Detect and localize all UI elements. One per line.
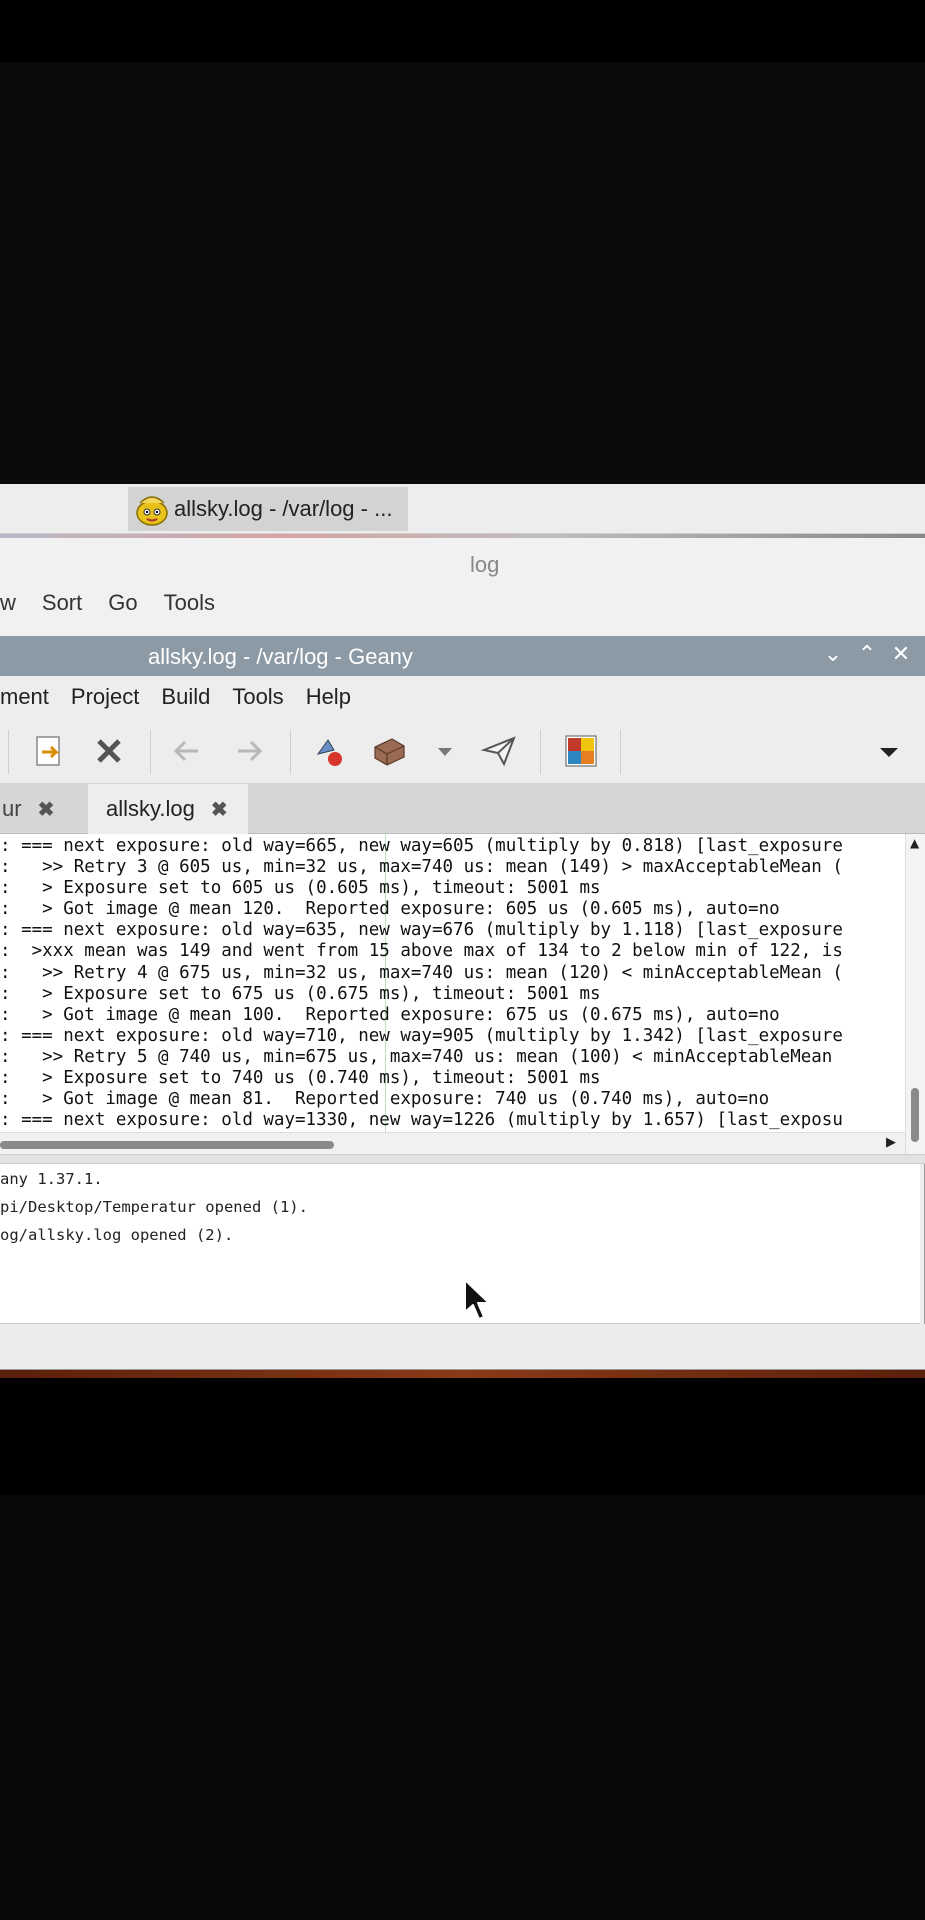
tab-close-icon[interactable]: ✖ [38,797,55,822]
geany-titlebar: allsky.log - /var/log - Geany ⌄ ⌃ ✕ [0,636,925,676]
file-manager-menubar: w Sort Go Tools [0,590,241,616]
menu-project[interactable]: Project [71,684,139,710]
editor-line: : > Exposure set to 740 us (0.740 ms), t… [0,1068,601,1089]
close-file-icon[interactable] [90,732,128,770]
forward-arrow-icon[interactable] [230,732,268,770]
geany-window: allsky.log - /var/log - Geany ⌄ ⌃ ✕ ment… [0,636,925,1495]
vertical-scroll-thumb[interactable] [911,1088,919,1142]
editor-line: : >xxx mean was 149 and went from 15 abo… [0,941,843,962]
maximize-icon[interactable]: ⌃ [854,642,880,668]
horizontal-scroll-thumb[interactable] [0,1141,334,1149]
menu-tools[interactable]: Tools [232,684,283,710]
build-icon[interactable] [370,732,408,770]
message-line: pi/Desktop/Temperatur opened (1). [0,1198,308,1216]
fm-menu-go[interactable]: Go [108,590,137,616]
toolbar-separator [290,730,291,774]
toolbar-separator [620,730,621,774]
scroll-right-icon[interactable]: ▶ [886,1135,896,1150]
editor-line: : === next exposure: old way=665, new wa… [0,836,843,856]
message-panel: any 1.37.1. pi/Desktop/Temperatur opened… [0,1164,920,1324]
mouse-pointer-icon [464,1279,490,1320]
editor-line: : > Got image @ mean 100. Reported expos… [0,1004,780,1025]
toolbar [0,718,925,784]
back-arrow-icon[interactable] [168,732,206,770]
fm-menu-sort[interactable]: Sort [42,590,82,616]
desktop-bottom [0,1370,925,1495]
menu-build[interactable]: Build [161,684,210,710]
tab-close-icon[interactable]: ✖ [211,797,228,822]
toolbar-separator [540,730,541,774]
taskbar-window-label: allsky.log - /var/log - ... [174,496,393,521]
fm-menu-view[interactable]: w [0,590,16,616]
menubar: ment Project Build Tools Help [0,676,925,718]
pane-divider[interactable] [0,1154,925,1164]
geany-app-icon [136,496,168,526]
editor-line: : === next exposure: old way=710, new wa… [0,1025,843,1046]
wallpaper-strip [0,1370,925,1378]
dropdown-icon[interactable] [428,732,462,770]
status-bar [0,1324,925,1370]
taskbar-window-button[interactable]: allsky.log - /var/log - ... [128,487,408,531]
message-line: any 1.37.1. [0,1170,103,1188]
horizontal-scrollbar[interactable]: ▶ [0,1132,905,1154]
tab-allsky-log[interactable]: allsky.log ✖ [88,784,248,834]
close-icon[interactable]: ✕ [888,642,914,668]
blank-screen-area [0,62,925,484]
tab-label: ur [2,796,22,821]
editor-line: : >> Retry 5 @ 740 us, min=675 us, max=7… [0,1046,833,1067]
send-icon[interactable] [480,732,518,770]
top-letterbox [0,0,925,62]
window-title: allsky.log - /var/log - Geany [148,644,413,669]
minimize-icon[interactable]: ⌄ [820,642,846,668]
toolbar-separator [8,730,9,774]
fm-menu-tools[interactable]: Tools [164,590,215,616]
menu-document[interactable]: ment [0,684,49,710]
compile-icon[interactable] [310,732,348,770]
revert-icon[interactable] [30,732,68,770]
editor-line: : > Got image @ mean 120. Reported expos… [0,899,780,920]
color-chooser-icon[interactable] [562,732,600,770]
overflow-menu-icon[interactable] [872,732,906,770]
editor-text[interactable]: : === next exposure: old way=665, new wa… [0,836,843,1132]
editor-line: : === next exposure: old way=635, new wa… [0,920,843,941]
bottom-letterbox [0,1495,925,1920]
message-line: og/allsky.log opened (2). [0,1226,234,1244]
editor-line: : > Exposure set to 675 us (0.675 ms), t… [0,983,601,1004]
document-tabs: ur ✖ allsky.log ✖ [0,784,925,834]
toolbar-separator [150,730,151,774]
vertical-scrollbar[interactable]: ▲ [905,834,925,1154]
taskbar: allsky.log - /var/log - ... [0,484,925,534]
code-editor[interactable]: : === next exposure: old way=665, new wa… [0,834,905,1132]
scroll-up-icon[interactable]: ▲ [910,836,919,850]
editor-line: : > Got image @ mean 81. Reported exposu… [0,1089,770,1110]
editor-line: : >> Retry 3 @ 605 us, min=32 us, max=74… [0,857,843,878]
editor-line: : > Exposure set to 605 us (0.605 ms), t… [0,878,601,899]
tab-temperatur[interactable]: ur ✖ [0,784,88,834]
editor-line: : >> Retry 4 @ 675 us, min=32 us, max=74… [0,962,843,983]
file-manager-title: log [470,552,500,577]
tab-label: allsky.log [106,796,195,821]
menu-help[interactable]: Help [306,684,351,710]
desktop-screen: allsky.log - /var/log - ... log w Sort G… [0,484,925,1495]
editor-line: : === next exposure: old way=1330, new w… [0,1110,843,1131]
